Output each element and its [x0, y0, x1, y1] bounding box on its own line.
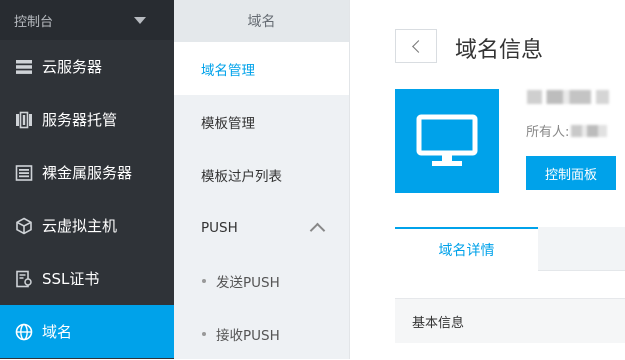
sidebar-item-label: SSL证书: [42, 270, 100, 288]
domain-subnav: 域名 域名管理 模板管理 模板过户列表 PUSH 发送PUSH 接收PUSH: [174, 0, 350, 359]
tab-bar-filler: [538, 227, 625, 271]
bare-metal-icon: [14, 163, 34, 183]
sidebar-item-label: 裸金属服务器: [42, 164, 133, 182]
tab-bar: 域名详情: [395, 227, 625, 271]
subnav-sub-label: 接收PUSH: [216, 327, 280, 344]
sidebar-item-label: 服务器托管: [42, 111, 118, 129]
sidebar-item-label: 域名: [42, 323, 73, 341]
monitor-icon: [416, 114, 478, 166]
domain-thumbnail: [395, 89, 499, 193]
chevron-up-icon: [309, 222, 326, 238]
tab-domain-details[interactable]: 域名详情: [395, 227, 538, 271]
owner-value-redacted: [571, 124, 608, 137]
console-label: 控制台: [14, 14, 54, 30]
back-button[interactable]: [395, 29, 437, 63]
subnav-group-label: PUSH: [201, 219, 238, 236]
chevron-left-icon: [411, 39, 425, 53]
control-panel-button[interactable]: 控制面板: [526, 156, 616, 190]
console-dropdown[interactable]: 控制台: [0, 0, 174, 40]
subnav-group-push[interactable]: PUSH: [174, 201, 349, 254]
sidebar-item-label: 云服务器: [42, 58, 103, 76]
subnav-title: 域名: [174, 0, 349, 42]
sidebar-item-domain[interactable]: 域名: [0, 305, 174, 358]
sidebar-item-ssl[interactable]: SSL证书: [0, 252, 174, 305]
bullet-icon: [202, 331, 206, 336]
sidebar-item-cloud-server[interactable]: 云服务器: [0, 40, 174, 93]
subnav-item-domain-management[interactable]: 域名管理: [174, 42, 349, 95]
sidebar-item-bare-metal[interactable]: 裸金属服务器: [0, 146, 174, 199]
owner-label: 所有人:: [526, 125, 570, 140]
subnav-sub-label: 发送PUSH: [216, 274, 280, 291]
bullet-icon: [202, 278, 206, 283]
hosting-icon: [14, 110, 34, 130]
section-header-basic-info: 基本信息: [395, 298, 625, 343]
owner-row: 所有人:: [526, 121, 608, 140]
domain-name-redacted: [527, 90, 609, 104]
cube-icon: [14, 216, 34, 236]
server-icon: [14, 57, 34, 77]
caret-down-icon: [134, 16, 146, 24]
main-content: 域名信息 所有人: 控制面板 域名详情 基本信息: [351, 0, 625, 359]
subnav-item-template-transfer-list[interactable]: 模板过户列表: [174, 148, 349, 201]
sidebar-item-hosting[interactable]: 服务器托管: [0, 93, 174, 146]
globe-icon: [14, 322, 34, 342]
main-sidebar: 控制台 云服务器 服务器托管 裸金属服务器 云虚拟主机 SSL证书 域名: [0, 0, 174, 359]
sidebar-item-label: 云虚拟主机: [42, 217, 118, 235]
page-title: 域名信息: [455, 38, 544, 63]
subnav-item-receive-push[interactable]: 接收PUSH: [174, 307, 349, 360]
sidebar-item-virtual-host[interactable]: 云虚拟主机: [0, 199, 174, 252]
subnav-item-template-management[interactable]: 模板管理: [174, 95, 349, 148]
subnav-item-send-push[interactable]: 发送PUSH: [174, 254, 349, 307]
certificate-icon: [14, 269, 34, 289]
